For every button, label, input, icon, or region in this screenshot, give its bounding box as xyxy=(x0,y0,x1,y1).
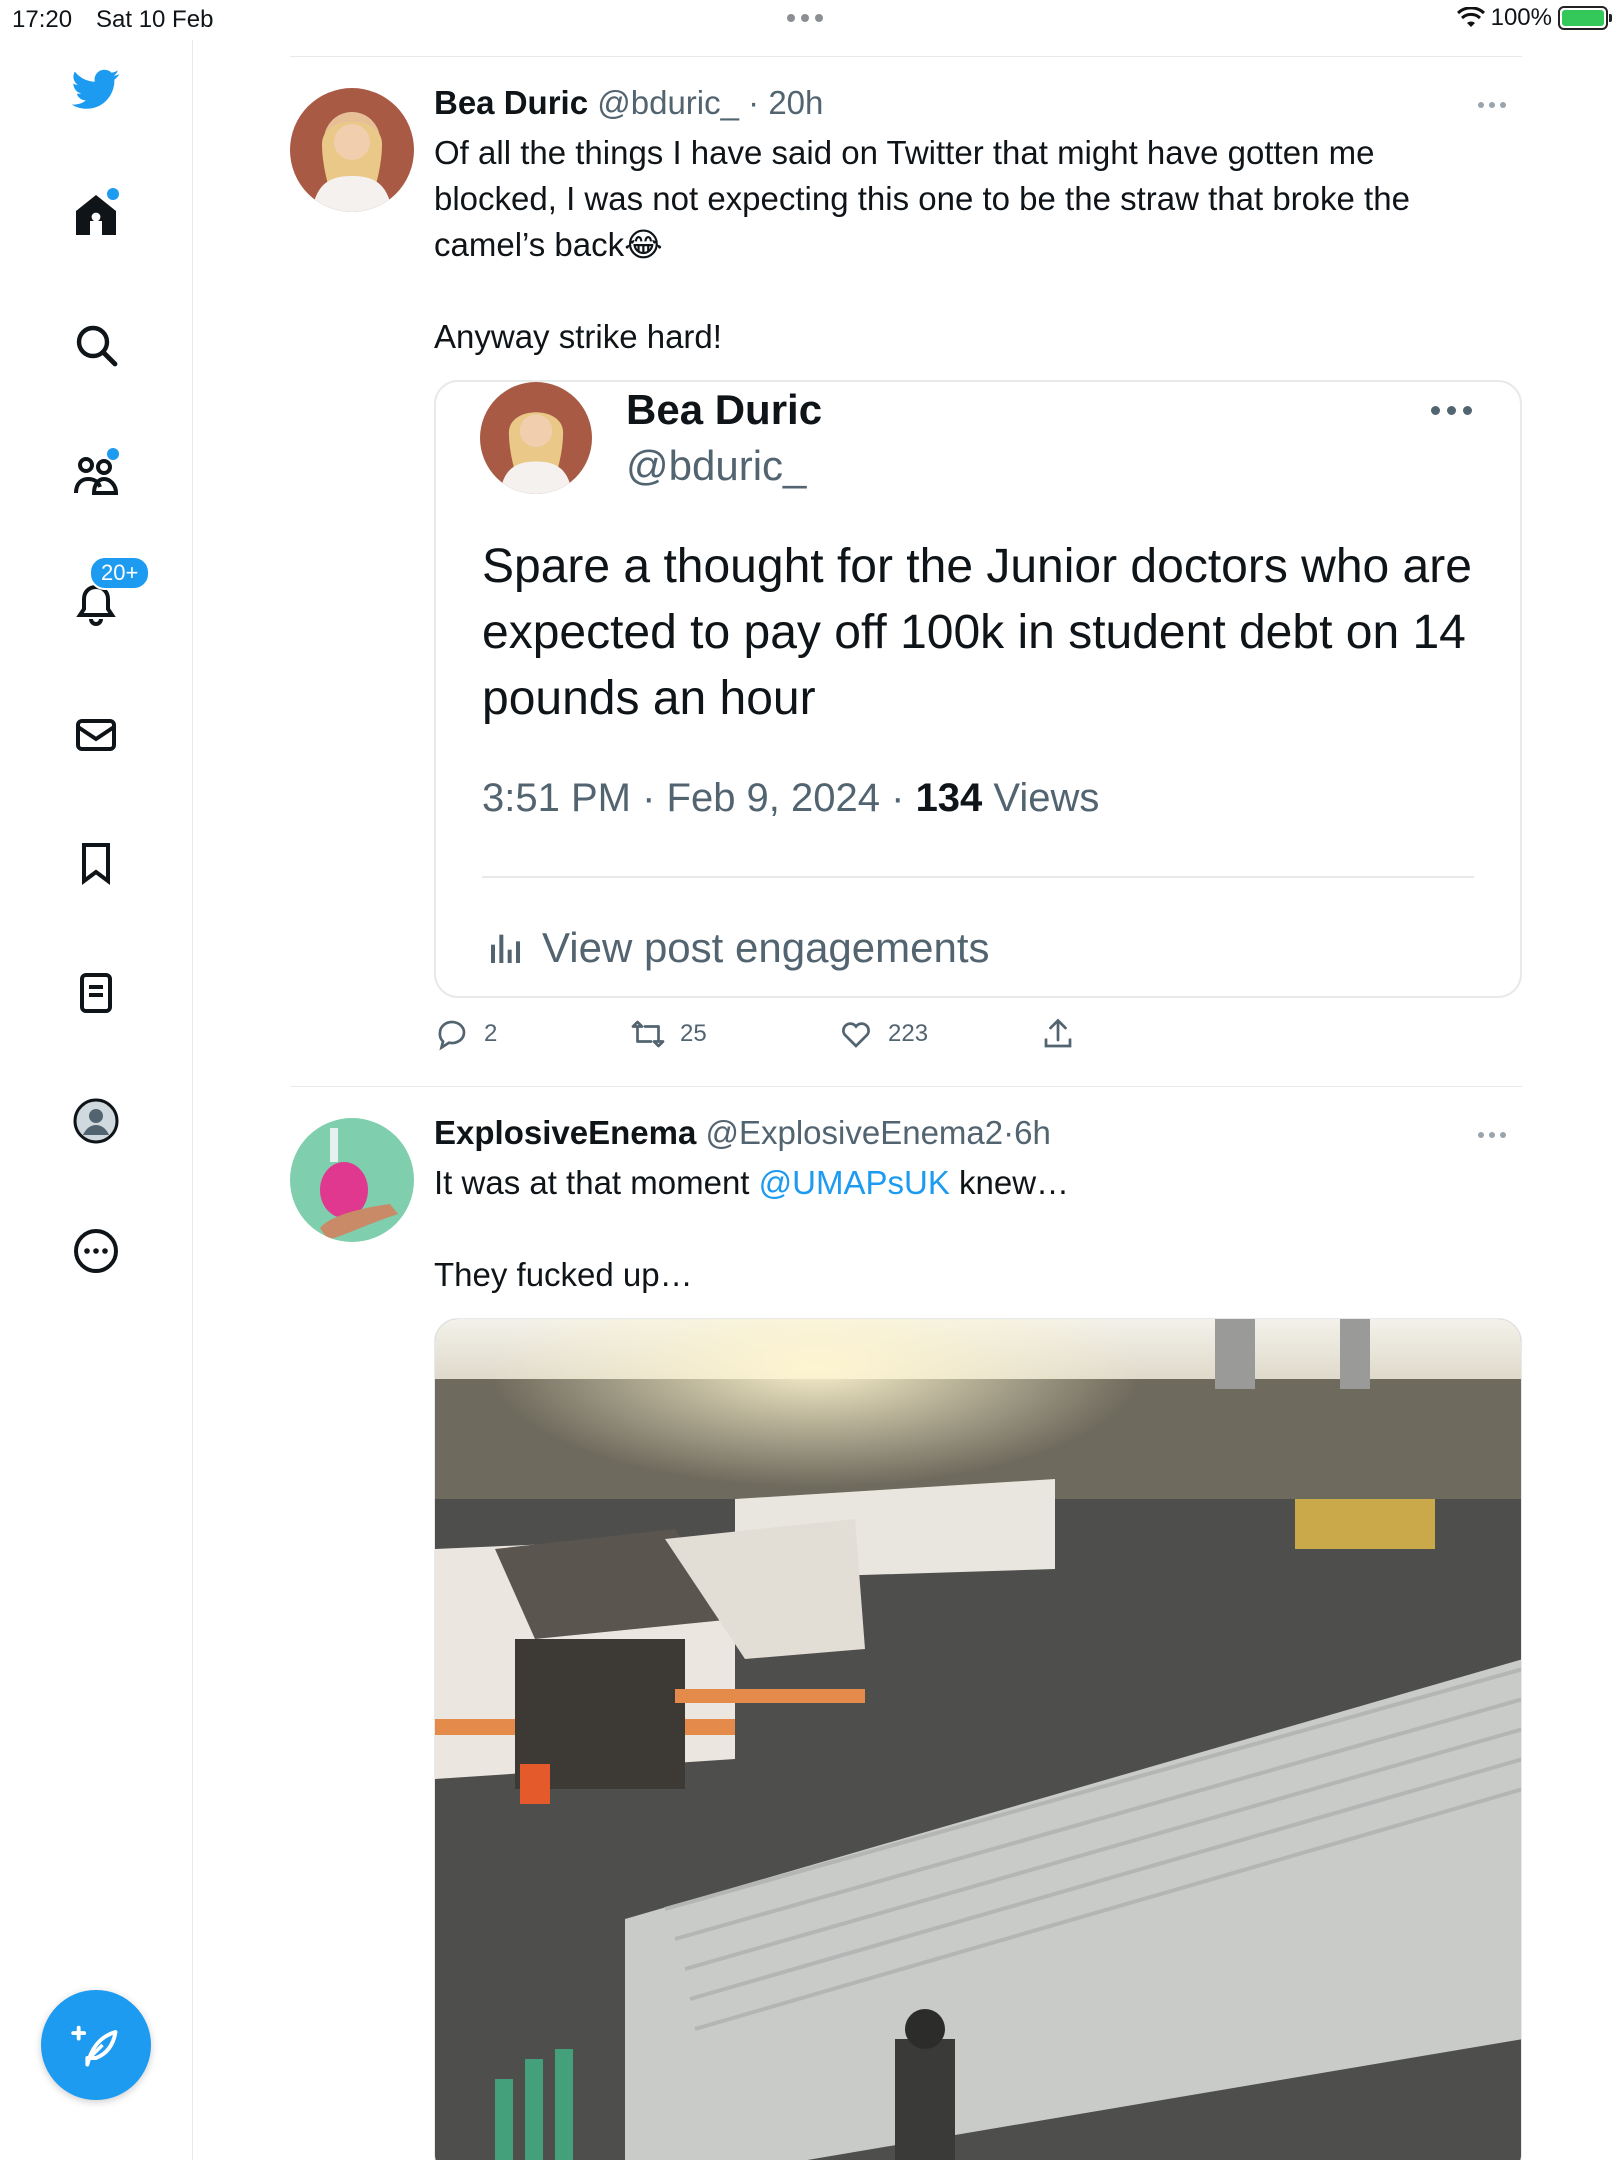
twitter-bird-icon[interactable] xyxy=(69,62,123,116)
like-button[interactable]: 223 xyxy=(838,1016,928,1052)
mail-icon[interactable] xyxy=(69,708,123,762)
battery-icon xyxy=(1558,6,1612,30)
mention-link[interactable]: @UMAPsUK xyxy=(759,1164,950,1201)
search-icon[interactable] xyxy=(69,318,123,372)
tweet-header: ExplosiveEnema @ExplosiveEnema2·6h xyxy=(434,1114,1051,1152)
bookmark-icon[interactable] xyxy=(69,836,123,890)
tweet-actions: 2 25 223 xyxy=(434,1016,1134,1060)
quoted-more-icon[interactable] xyxy=(1431,406,1472,415)
tweet-media-video[interactable] xyxy=(434,1318,1522,2160)
separator: · xyxy=(1003,1114,1015,1151)
tweet-divider xyxy=(290,1086,1522,1087)
tweet-text: Of all the things I have said on Twitter… xyxy=(434,134,1410,263)
timeline-top-divider xyxy=(290,56,1522,57)
quoted-author-name[interactable]: Bea Duric xyxy=(626,386,822,434)
home-icon[interactable] xyxy=(69,188,123,242)
reply-icon xyxy=(438,1020,466,1051)
view-engagements-link[interactable]: View post engagements xyxy=(486,924,990,972)
retweet-button[interactable]: 25 xyxy=(630,1016,707,1052)
tweet-header: Bea Duric @bduric_ · 20h xyxy=(434,84,823,122)
quoted-divider xyxy=(482,876,1474,878)
author-name[interactable]: Bea Duric xyxy=(434,84,588,121)
compose-tweet-button[interactable] xyxy=(41,1990,151,2100)
reply-count: 2 xyxy=(484,1020,498,1047)
retweet-count: 25 xyxy=(680,1020,707,1047)
quoted-author-avatar[interactable] xyxy=(480,382,592,494)
quoted-tweet-text: Spare a thought for the Junior doctors w… xyxy=(482,540,1472,725)
analytics-bars-icon xyxy=(491,934,520,963)
share-icon xyxy=(1044,1018,1072,1048)
communities-icon[interactable] xyxy=(69,448,123,502)
author-name[interactable]: ExplosiveEnema xyxy=(434,1114,696,1151)
author-handle[interactable]: @ExplosiveEnema2 xyxy=(705,1114,1003,1151)
author-avatar[interactable] xyxy=(290,1118,414,1242)
profile-avatar-icon[interactable] xyxy=(69,1094,123,1148)
author-handle[interactable]: @bduric_ xyxy=(597,84,739,121)
tweet-time[interactable]: 20h xyxy=(768,84,823,121)
tweet-text: It was at that moment @UMAPsUK knew… xyxy=(434,1160,1494,1206)
views-count: 134 xyxy=(915,776,983,820)
quoted-tweet-card[interactable]: Bea Duric @bduric_ Spare a thought for t… xyxy=(434,380,1522,998)
wifi-icon xyxy=(1456,7,1485,27)
multitasking-dots-icon[interactable] xyxy=(787,14,823,22)
tweet-text-line2: They fucked up… xyxy=(434,1256,693,1293)
views-label: Views xyxy=(982,776,1100,820)
quoted-author-handle[interactable]: @bduric_ xyxy=(626,442,806,490)
sidebar: 20+ xyxy=(0,40,193,2160)
like-count: 223 xyxy=(888,1020,929,1047)
status-time: 17:20 xyxy=(12,6,73,33)
tweet-more-icon[interactable] xyxy=(1478,102,1506,108)
more-circle-icon[interactable] xyxy=(69,1224,123,1278)
feather-plus-icon xyxy=(71,2025,118,2067)
share-button[interactable] xyxy=(1040,1016,1076,1052)
notifications-badge: 20+ xyxy=(89,556,151,590)
author-avatar[interactable] xyxy=(290,88,414,212)
quoted-tweet-meta: 3:51 PM · Feb 9, 2024 · 134 Views xyxy=(482,776,1099,821)
quoted-datetime: 3:51 PM · Feb 9, 2024 · xyxy=(482,776,916,820)
tweet-text-line2: Anyway strike hard! xyxy=(434,318,722,355)
status-bar: 17:20 Sat 10 Feb 100% xyxy=(0,0,1620,40)
tweet-time[interactable]: 6h xyxy=(1014,1114,1051,1151)
home-notification-dot xyxy=(107,188,119,200)
lists-icon[interactable] xyxy=(69,966,123,1020)
status-date: Sat 10 Feb xyxy=(96,6,214,33)
tweet-text-after: knew… xyxy=(949,1164,1070,1201)
communities-notification-dot xyxy=(107,448,119,460)
reply-button[interactable]: 2 xyxy=(434,1016,497,1052)
separator: · xyxy=(748,84,760,121)
view-engagements-label: View post engagements xyxy=(542,924,990,971)
battery-percent: 100% xyxy=(1490,4,1552,31)
retweet-icon xyxy=(631,1020,665,1048)
heart-icon xyxy=(842,1022,870,1048)
tweet-more-icon[interactable] xyxy=(1478,1132,1506,1138)
video-frame-image xyxy=(435,1319,1521,2160)
tweet-text-before: It was at that moment xyxy=(434,1164,759,1201)
status-right: 100% xyxy=(1456,4,1612,32)
